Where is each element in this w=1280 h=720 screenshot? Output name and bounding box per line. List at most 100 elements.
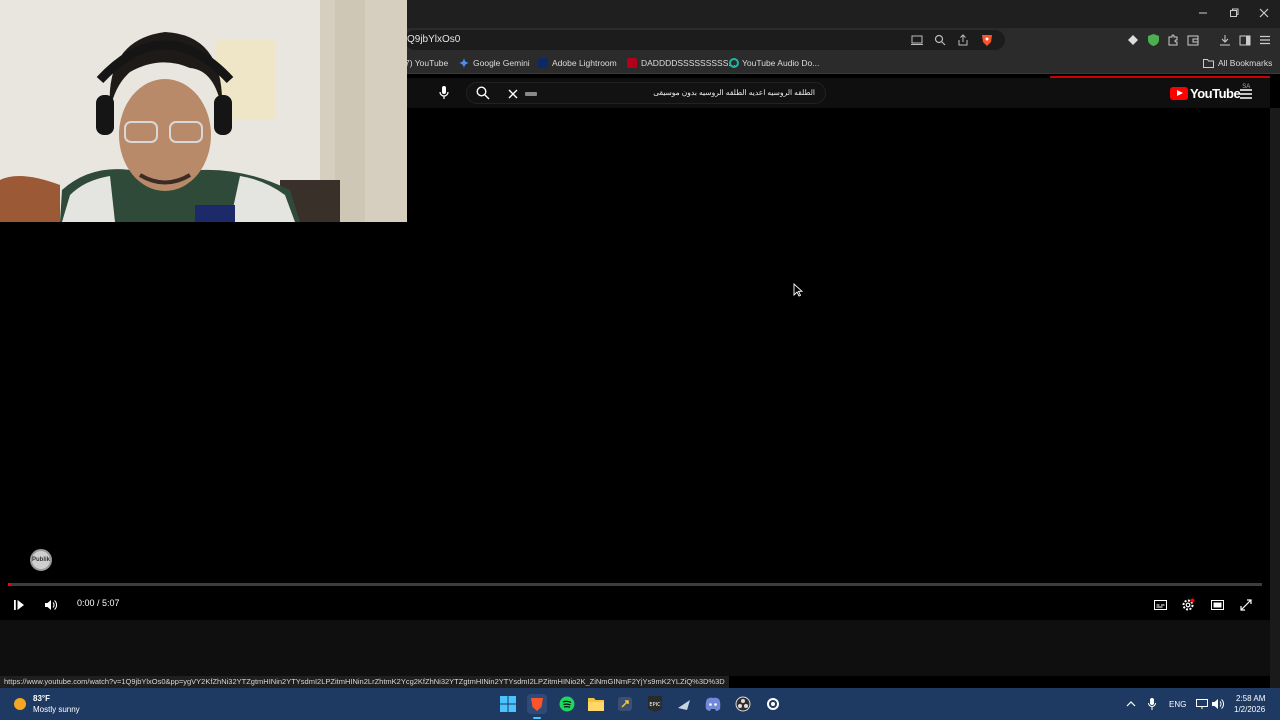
- diamond-icon: [1128, 35, 1138, 45]
- clear-search-button[interactable]: [507, 87, 521, 101]
- time-display: 0:00 / 5:07: [77, 598, 120, 608]
- zoom-button[interactable]: [931, 31, 949, 49]
- all-bookmarks-button[interactable]: All Bookmarks: [1203, 56, 1272, 70]
- bookmark-label: YouTube Audio Do...: [742, 58, 820, 68]
- brave-shields-button[interactable]: [978, 31, 996, 49]
- mouse-cursor-icon: [793, 283, 803, 297]
- watermark-text: Publik: [32, 557, 51, 563]
- taskbar-steelseries[interactable]: [763, 694, 783, 714]
- play-button[interactable]: [8, 594, 30, 616]
- duration: 5:07: [102, 598, 120, 608]
- spotify-icon: [559, 696, 575, 712]
- sidebar-icon: [1239, 35, 1251, 45]
- keyboard-icon[interactable]: [525, 92, 537, 96]
- gemini-icon: [459, 58, 469, 68]
- minimize-icon: [1199, 12, 1207, 14]
- bookmark-google-gemini[interactable]: Google Gemini: [459, 56, 530, 70]
- taskbar-steam[interactable]: [674, 694, 694, 714]
- close-icon: [1259, 8, 1269, 18]
- bookmark-youtube-audio[interactable]: YouTube Audio Do...: [729, 56, 819, 70]
- restore-button[interactable]: [1219, 0, 1249, 26]
- bookmark-label: 7) YouTube: [405, 58, 449, 68]
- theater-mode-icon: [1210, 600, 1224, 610]
- taskbar-epic-games[interactable]: EPIC: [645, 694, 665, 714]
- extensions-button[interactable]: [1165, 32, 1181, 48]
- active-app-indicator: [533, 717, 541, 719]
- lightroom-icon: [538, 58, 548, 68]
- close-window-button[interactable]: [1249, 0, 1279, 26]
- channel-watermark[interactable]: Publik: [30, 549, 52, 571]
- voice-search-button[interactable]: [434, 83, 454, 103]
- chevron-up-icon: [1126, 701, 1136, 707]
- share-button[interactable]: [954, 31, 972, 49]
- clock-time[interactable]: 2:58 AM: [1236, 694, 1265, 703]
- subtitles-icon: [1153, 600, 1167, 610]
- browser-menu-button[interactable]: [1257, 32, 1273, 48]
- weather-temperature: 83°F: [33, 694, 50, 703]
- zoom-icon: [934, 34, 946, 46]
- taskbar-brave-browser[interactable]: [527, 694, 547, 714]
- search-input[interactable]: الطلقه الروسيه اعديه الطلقه الروسيه بدون…: [653, 83, 815, 103]
- close-icon: [508, 89, 518, 99]
- bookmark-label: Adobe Lightroom: [552, 58, 617, 68]
- theater-mode-button[interactable]: [1206, 594, 1228, 616]
- taskbar-app-tool[interactable]: [615, 694, 635, 714]
- settings-button[interactable]: [1177, 594, 1199, 616]
- show-hidden-icons-button[interactable]: [1121, 694, 1141, 714]
- search-button[interactable]: [476, 86, 492, 102]
- obs-icon: [735, 696, 751, 712]
- monitor-network-icon: [1196, 699, 1208, 709]
- taskbar-file-explorer[interactable]: [586, 694, 606, 714]
- webcam-person-image: [0, 0, 407, 222]
- taskbar-spotify[interactable]: [557, 694, 577, 714]
- bookmark-youtube[interactable]: 7) YouTube: [405, 56, 448, 70]
- bookmark-label: Google Gemini: [473, 58, 530, 68]
- wallet-button[interactable]: [1185, 32, 1201, 48]
- youtube-logo[interactable]: YouTube SA: [1170, 84, 1250, 102]
- restore-icon: [1230, 8, 1239, 17]
- svg-text:EPIC: EPIC: [649, 702, 661, 708]
- bookmark-dadddd[interactable]: DADDDDSSSSSSSSS...: [627, 56, 735, 70]
- hamburger-menu-icon: [1240, 89, 1252, 99]
- folder-icon: [588, 698, 604, 711]
- volume-tray-button[interactable]: [1208, 694, 1228, 714]
- current-time: 0:00: [77, 598, 95, 608]
- downloads-button[interactable]: [1217, 32, 1233, 48]
- progress-bar[interactable]: [8, 583, 1262, 586]
- taskbar-obs[interactable]: [733, 694, 753, 714]
- search-box[interactable]: الطلقه الروسيه اعديه الطلقه الروسيه بدون…: [466, 82, 826, 104]
- youtube-guide-button[interactable]: [1240, 86, 1256, 100]
- taskbar-discord[interactable]: [703, 694, 723, 714]
- weather-description: Mostly sunny: [33, 705, 80, 714]
- cast-button[interactable]: [908, 31, 926, 49]
- sun-icon: [14, 698, 26, 710]
- fullscreen-button[interactable]: [1235, 594, 1257, 616]
- steelseries-icon: [767, 698, 779, 710]
- clock-date[interactable]: 1/2/2026: [1234, 705, 1265, 714]
- progress-bar-fill: [8, 583, 11, 586]
- minimize-button[interactable]: [1188, 0, 1218, 26]
- page-scrollbar[interactable]: [1270, 108, 1280, 688]
- play-pause-icon: [14, 600, 24, 610]
- input-language[interactable]: ENG: [1169, 700, 1186, 709]
- shield-icon: [1147, 34, 1159, 46]
- bookmark-adobe-lightroom[interactable]: Adobe Lightroom: [538, 56, 617, 70]
- sidebar-button[interactable]: [1237, 32, 1253, 48]
- volume-icon: [45, 600, 57, 610]
- url-text: Q9jbYlxOs0: [407, 34, 461, 45]
- search-icon: [476, 86, 490, 100]
- microphone-tray-button[interactable]: [1142, 694, 1162, 714]
- hamburger-menu-icon: [1260, 35, 1270, 45]
- start-button[interactable]: [498, 694, 518, 714]
- cast-icon: [911, 35, 923, 45]
- webcam-overlay: [0, 0, 407, 222]
- microphone-icon: [439, 86, 449, 99]
- time-separator: /: [94, 598, 103, 608]
- all-bookmarks-label: All Bookmarks: [1218, 58, 1273, 68]
- windows-taskbar: 83°F Mostly sunny EPIC ENG 2:58 AM 1/2/2…: [0, 688, 1280, 720]
- subtitles-button[interactable]: [1149, 594, 1171, 616]
- extension-shield-button[interactable]: [1145, 32, 1161, 48]
- extension-diamond-button[interactable]: [1125, 32, 1141, 48]
- mute-button[interactable]: [40, 594, 62, 616]
- weather-widget[interactable]: [12, 696, 28, 712]
